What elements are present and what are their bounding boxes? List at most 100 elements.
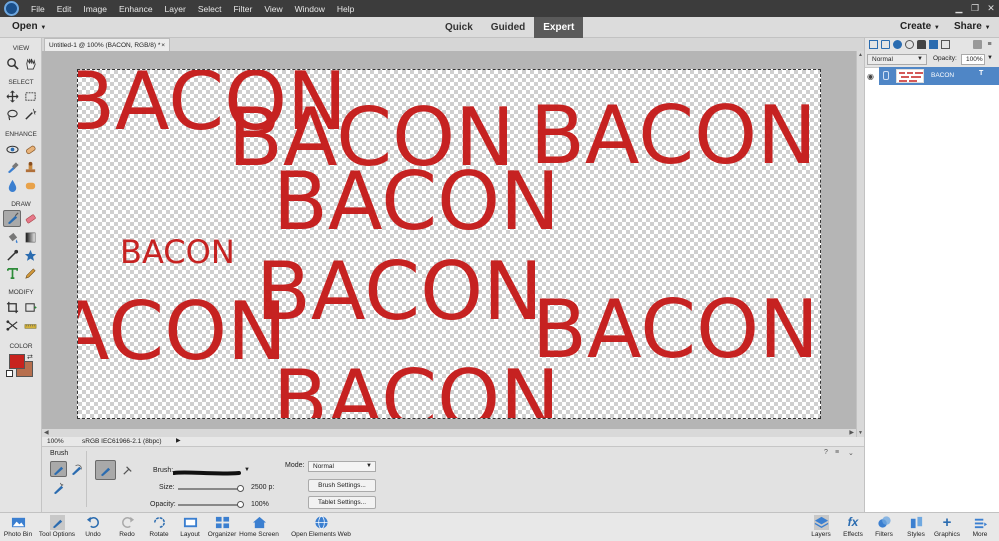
home-screen-button[interactable]: Home Screen	[237, 515, 281, 538]
options-menu-icon[interactable]: ≡	[835, 449, 839, 456]
layer-row-bacon[interactable]: BACON T	[879, 67, 999, 85]
blur-tool-icon[interactable]	[4, 177, 20, 193]
color-replacement-icon[interactable]	[50, 480, 66, 496]
paint-bucket-icon[interactable]	[4, 229, 20, 245]
bottom-taskbar: Photo Bin Tool Options Undo Redo Rotate …	[0, 512, 999, 541]
zoom-level[interactable]: 100%	[47, 437, 64, 446]
brush-preset-picker[interactable]	[172, 467, 241, 476]
color-picker-icon[interactable]	[4, 247, 20, 263]
menu-view[interactable]: View	[258, 4, 288, 14]
canvas[interactable]: BACON BACON BACON BACON BACON BACON BACO…	[77, 69, 821, 419]
eye-tool-icon[interactable]	[4, 141, 20, 157]
tab-expert[interactable]: Expert	[534, 17, 584, 38]
tool-options-button[interactable]: Tool Options	[37, 515, 77, 538]
brush-stroke-preview	[172, 470, 241, 476]
scroll-up-icon[interactable]: ▲	[858, 52, 863, 58]
chevron-down-icon[interactable]: ▼	[987, 55, 993, 61]
chevron-down-icon[interactable]: ▼	[244, 467, 250, 473]
scroll-left-icon[interactable]: ◀	[44, 429, 49, 436]
layer-opacity-input[interactable]: 100%	[961, 54, 985, 65]
menu-image[interactable]: Image	[77, 4, 113, 14]
brush-variant-icon[interactable]	[50, 461, 67, 477]
photo-bin-button[interactable]: Photo Bin	[0, 515, 38, 538]
sponge-tool-icon[interactable]	[22, 177, 38, 193]
type-tool-icon[interactable]	[4, 265, 20, 281]
photo-bin-label: Photo Bin	[3, 531, 33, 538]
new-layer-icon[interactable]	[869, 40, 878, 49]
shape-star-icon[interactable]	[22, 247, 38, 263]
crop-tool-icon[interactable]	[4, 299, 20, 315]
menu-enhance[interactable]: Enhance	[113, 4, 159, 14]
menu-select[interactable]: Select	[192, 4, 228, 14]
opacity-value[interactable]: 100%	[251, 501, 269, 508]
size-slider-knob[interactable]	[237, 485, 244, 492]
swap-colors-icon[interactable]: ⇄	[27, 353, 33, 361]
magic-wand-icon[interactable]	[22, 106, 38, 122]
clone-stamp-icon[interactable]	[22, 159, 38, 175]
layer-visibility-eye-icon[interactable]: ◉	[867, 72, 877, 81]
adjustment-layer-icon[interactable]	[893, 40, 902, 49]
spot-healing-icon[interactable]	[22, 141, 38, 157]
delete-layer-icon[interactable]	[973, 40, 982, 49]
move-tool-icon[interactable]	[4, 88, 20, 104]
mode-select[interactable]: Normal ▼	[308, 461, 376, 472]
menu-file[interactable]: File	[25, 4, 51, 14]
share-button[interactable]: Share ▼	[954, 21, 991, 32]
smart-brush-icon[interactable]	[4, 159, 20, 175]
open-elements-web-button[interactable]: Open Elements Web	[290, 515, 352, 538]
document-tab[interactable]: Untitled-1 @ 100% (BACON, RGB/8) * ×	[44, 38, 170, 51]
lock-icon[interactable]	[917, 40, 926, 49]
close-window-icon[interactable]: ✕	[983, 0, 999, 17]
tab-guided[interactable]: Guided	[482, 17, 534, 38]
open-button[interactable]: Open ▼	[12, 21, 46, 32]
menu-layer[interactable]: Layer	[159, 4, 192, 14]
create-button[interactable]: Create ▼	[900, 21, 940, 32]
tab-quick[interactable]: Quick	[436, 17, 482, 38]
zoom-tool-icon[interactable]	[4, 55, 20, 71]
restore-icon[interactable]: ❐	[967, 0, 983, 17]
straighten-tool-icon[interactable]	[22, 317, 38, 333]
airbrush-off-icon[interactable]	[95, 460, 116, 480]
opacity-slider[interactable]	[178, 501, 244, 508]
airbrush-icon[interactable]	[119, 462, 135, 478]
menu-help[interactable]: Help	[331, 4, 360, 14]
new-group-icon[interactable]	[881, 40, 890, 49]
layer-mask-icon[interactable]	[905, 40, 914, 49]
panel-menu-icon[interactable]: ≡	[985, 40, 994, 49]
opacity-slider-knob[interactable]	[237, 501, 244, 508]
vertical-scrollbar[interactable]: ▲ ▼	[856, 51, 864, 437]
scroll-down-icon[interactable]: ▼	[858, 430, 863, 436]
eraser-tool-icon[interactable]	[22, 210, 38, 226]
menu-edit[interactable]: Edit	[51, 4, 78, 14]
brush-settings-button[interactable]: Brush Settings...	[308, 479, 376, 492]
status-arrow-icon[interactable]: ▶	[176, 437, 181, 446]
lock-all-icon[interactable]	[929, 40, 938, 49]
layer-name[interactable]: BACON	[931, 72, 954, 79]
size-value[interactable]: 2500 p:	[251, 484, 274, 491]
gradient-tool-icon[interactable]	[22, 229, 38, 245]
content-aware-move-icon[interactable]	[4, 317, 20, 333]
recompose-tool-icon[interactable]	[22, 299, 38, 315]
tablet-settings-button[interactable]: Tablet Settings...	[308, 496, 376, 509]
layer-style-icon[interactable]	[941, 40, 950, 49]
horizontal-scrollbar[interactable]: ◀ ▶	[42, 429, 856, 437]
menu-filter[interactable]: Filter	[227, 4, 258, 14]
help-icon[interactable]: ?	[824, 449, 828, 456]
default-colors-icon[interactable]	[6, 370, 13, 377]
collapse-icon[interactable]: ⌄	[848, 449, 854, 457]
foreground-color-swatch[interactable]	[9, 354, 25, 369]
hand-tool-icon[interactable]	[22, 55, 38, 71]
organizer-button[interactable]: Organizer	[202, 515, 242, 538]
impressionist-brush-icon[interactable]	[68, 461, 84, 477]
blend-mode-select[interactable]: Normal ▼	[867, 54, 927, 65]
more-button[interactable]: More	[960, 515, 999, 538]
lasso-tool-icon[interactable]	[4, 106, 20, 122]
size-slider[interactable]	[178, 485, 244, 492]
layer-link-icon[interactable]	[883, 71, 889, 80]
menu-window[interactable]: Window	[289, 4, 331, 14]
minimize-icon[interactable]: ▁	[951, 0, 967, 17]
brush-tool-icon[interactable]	[3, 210, 21, 227]
marquee-tool-icon[interactable]	[22, 88, 38, 104]
scroll-right-icon[interactable]: ▶	[849, 429, 854, 436]
pencil-tool-icon[interactable]	[22, 265, 38, 281]
